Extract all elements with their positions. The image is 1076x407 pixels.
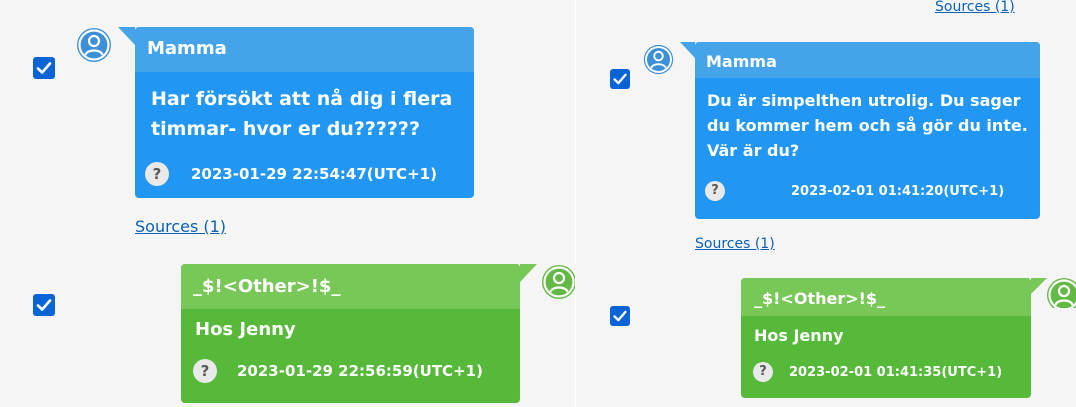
message-text: Du är simpelthen utrolig. Du sager du ko… <box>707 91 1028 160</box>
message-select-checkbox[interactable] <box>33 57 55 79</box>
message-select-checkbox[interactable] <box>33 294 55 316</box>
incoming-message-bubble: Mamma Du är simpelthen utrolig. Du sager… <box>680 42 1040 219</box>
help-icon[interactable]: ? <box>193 359 217 383</box>
bubble-tail <box>118 27 135 45</box>
bubble-tail <box>1031 278 1047 294</box>
message-timestamp-row: ? 2023-02-01 01:41:20(UTC+1) <box>695 172 1040 201</box>
message-timestamp-row: ? 2023-01-29 22:56:59(UTC+1) <box>181 349 520 383</box>
message-timestamp-row: ? 2023-02-01 01:41:35(UTC+1) <box>741 354 1031 382</box>
help-icon[interactable]: ? <box>145 162 169 186</box>
sources-link[interactable]: Sources (1) <box>695 236 775 252</box>
message-text: Hos Jenny <box>195 319 296 340</box>
message-timestamp: 2023-01-29 22:54:47(UTC+1) <box>191 165 437 183</box>
message-sender: _$!<Other>!$_ <box>741 278 1031 316</box>
sender-avatar-icon <box>541 264 575 300</box>
message-timestamp-row: ? 2023-01-29 22:54:47(UTC+1) <box>135 154 474 186</box>
message-sender: _$!<Other>!$_ <box>181 264 520 309</box>
help-icon[interactable]: ? <box>753 362 773 382</box>
left-message-panel: Mamma Har försökt att nå dig i flera tim… <box>0 0 575 407</box>
outgoing-message-bubble: _$!<Other>!$_ Hos Jenny ? 2023-01-29 22:… <box>181 264 537 403</box>
incoming-message-bubble: Mamma Har försökt att nå dig i flera tim… <box>118 27 474 198</box>
sender-avatar-icon <box>76 27 112 63</box>
message-text: Har försökt att nå dig i flera timmar- h… <box>151 88 453 140</box>
help-icon[interactable]: ? <box>705 181 725 201</box>
message-timestamp: 2023-01-29 22:56:59(UTC+1) <box>237 362 483 380</box>
sender-avatar-icon <box>1046 277 1076 308</box>
message-sender: Mamma <box>695 42 1040 78</box>
sources-link[interactable]: Sources (1) <box>935 0 1015 16</box>
message-select-checkbox[interactable] <box>610 306 630 326</box>
right-message-panel: Sources (1) Mamma Du är simpelthen utrol… <box>575 0 1076 407</box>
message-text: Hos Jenny <box>754 326 844 345</box>
outgoing-message-bubble: _$!<Other>!$_ Hos Jenny ? 2023-02-01 01:… <box>741 278 1047 398</box>
bubble-tail <box>680 42 695 58</box>
message-sender: Mamma <box>135 27 474 72</box>
sources-link[interactable]: Sources (1) <box>135 217 226 236</box>
bubble-tail <box>520 264 537 282</box>
message-timestamp: 2023-02-01 01:41:20(UTC+1) <box>791 183 1005 199</box>
message-select-checkbox[interactable] <box>610 69 630 89</box>
sender-avatar-icon <box>643 44 674 75</box>
message-timestamp: 2023-02-01 01:41:35(UTC+1) <box>789 364 1003 380</box>
